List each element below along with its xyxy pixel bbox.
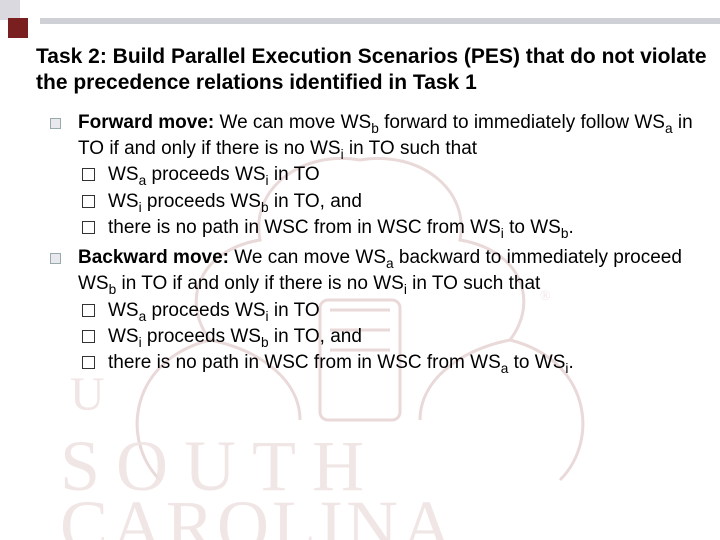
square-bullet-icon [50, 118, 61, 129]
sub-bullet: WSa proceeds WSi in TO [78, 298, 696, 324]
sub-bullet: WSi proceeds WSb in TO, and [78, 324, 696, 350]
sub-bullet: there is no path in WSC from in WSC from… [78, 350, 696, 376]
hollow-box-icon [82, 304, 95, 317]
bullet-forward: Forward move: We can move WSb forward to… [48, 110, 696, 241]
slide-body: Forward move: We can move WSb forward to… [48, 110, 696, 380]
decoration-bar [40, 18, 720, 24]
hollow-box-icon [82, 195, 95, 208]
sub-bullet: WSi proceeds WSb in TO, and [78, 189, 696, 215]
hollow-box-icon [82, 221, 95, 234]
forward-label: Forward move: [78, 112, 214, 133]
hollow-box-icon [82, 168, 95, 181]
hollow-box-icon [82, 330, 95, 343]
sub-bullet: WSa proceeds WSi in TO [78, 162, 696, 188]
bullet-backward: Backward move: We can move WSa backward … [48, 245, 696, 376]
svg-text:CAROLINA: CAROLINA [60, 486, 456, 540]
hollow-box-icon [82, 356, 95, 369]
square-bullet-icon [50, 253, 61, 264]
backward-label: Backward move: [78, 247, 229, 268]
sub-bullet: there is no path in WSC from in WSC from… [78, 215, 696, 241]
slide-title: Task 2: Build Parallel Execution Scenari… [36, 44, 710, 97]
svg-text:SOUTH: SOUTH [60, 426, 380, 506]
decoration-squares [0, 0, 40, 20]
